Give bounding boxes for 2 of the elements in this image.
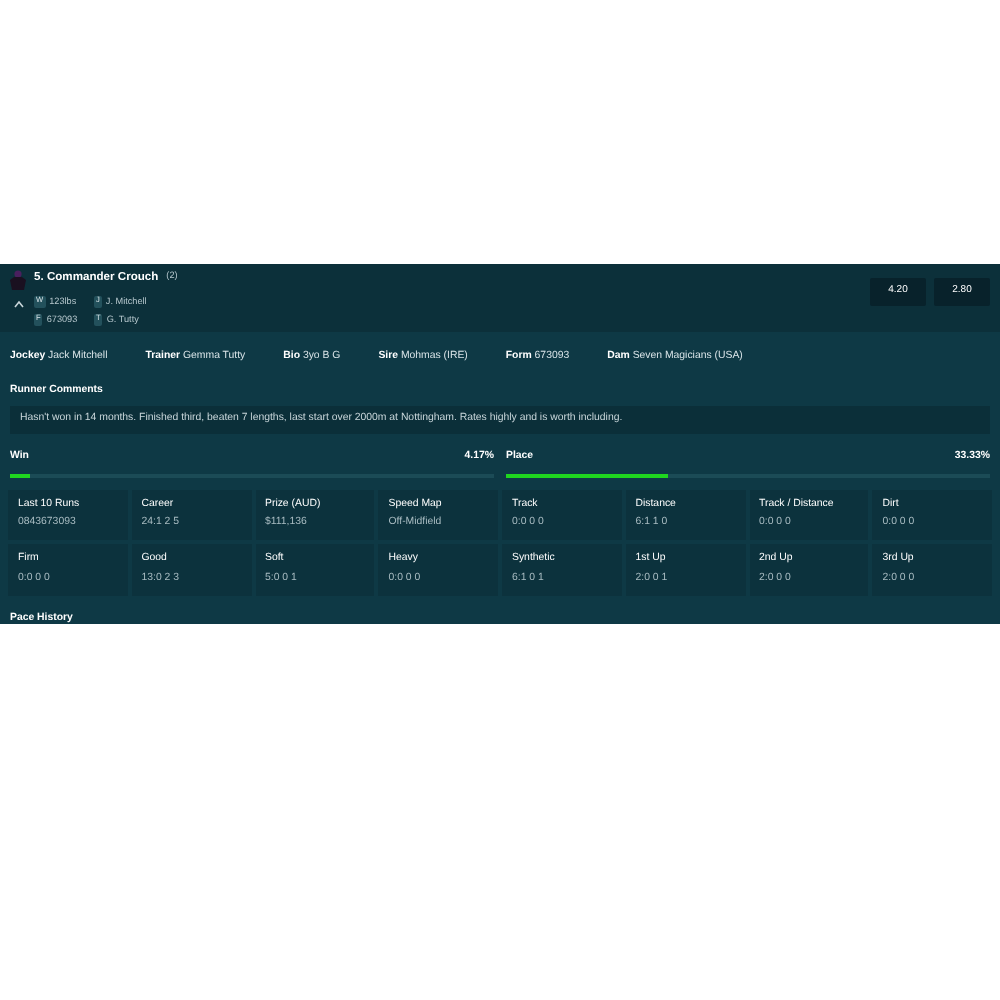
jockey-silks-icon: [10, 270, 26, 290]
caret-icon[interactable]: [13, 298, 23, 306]
